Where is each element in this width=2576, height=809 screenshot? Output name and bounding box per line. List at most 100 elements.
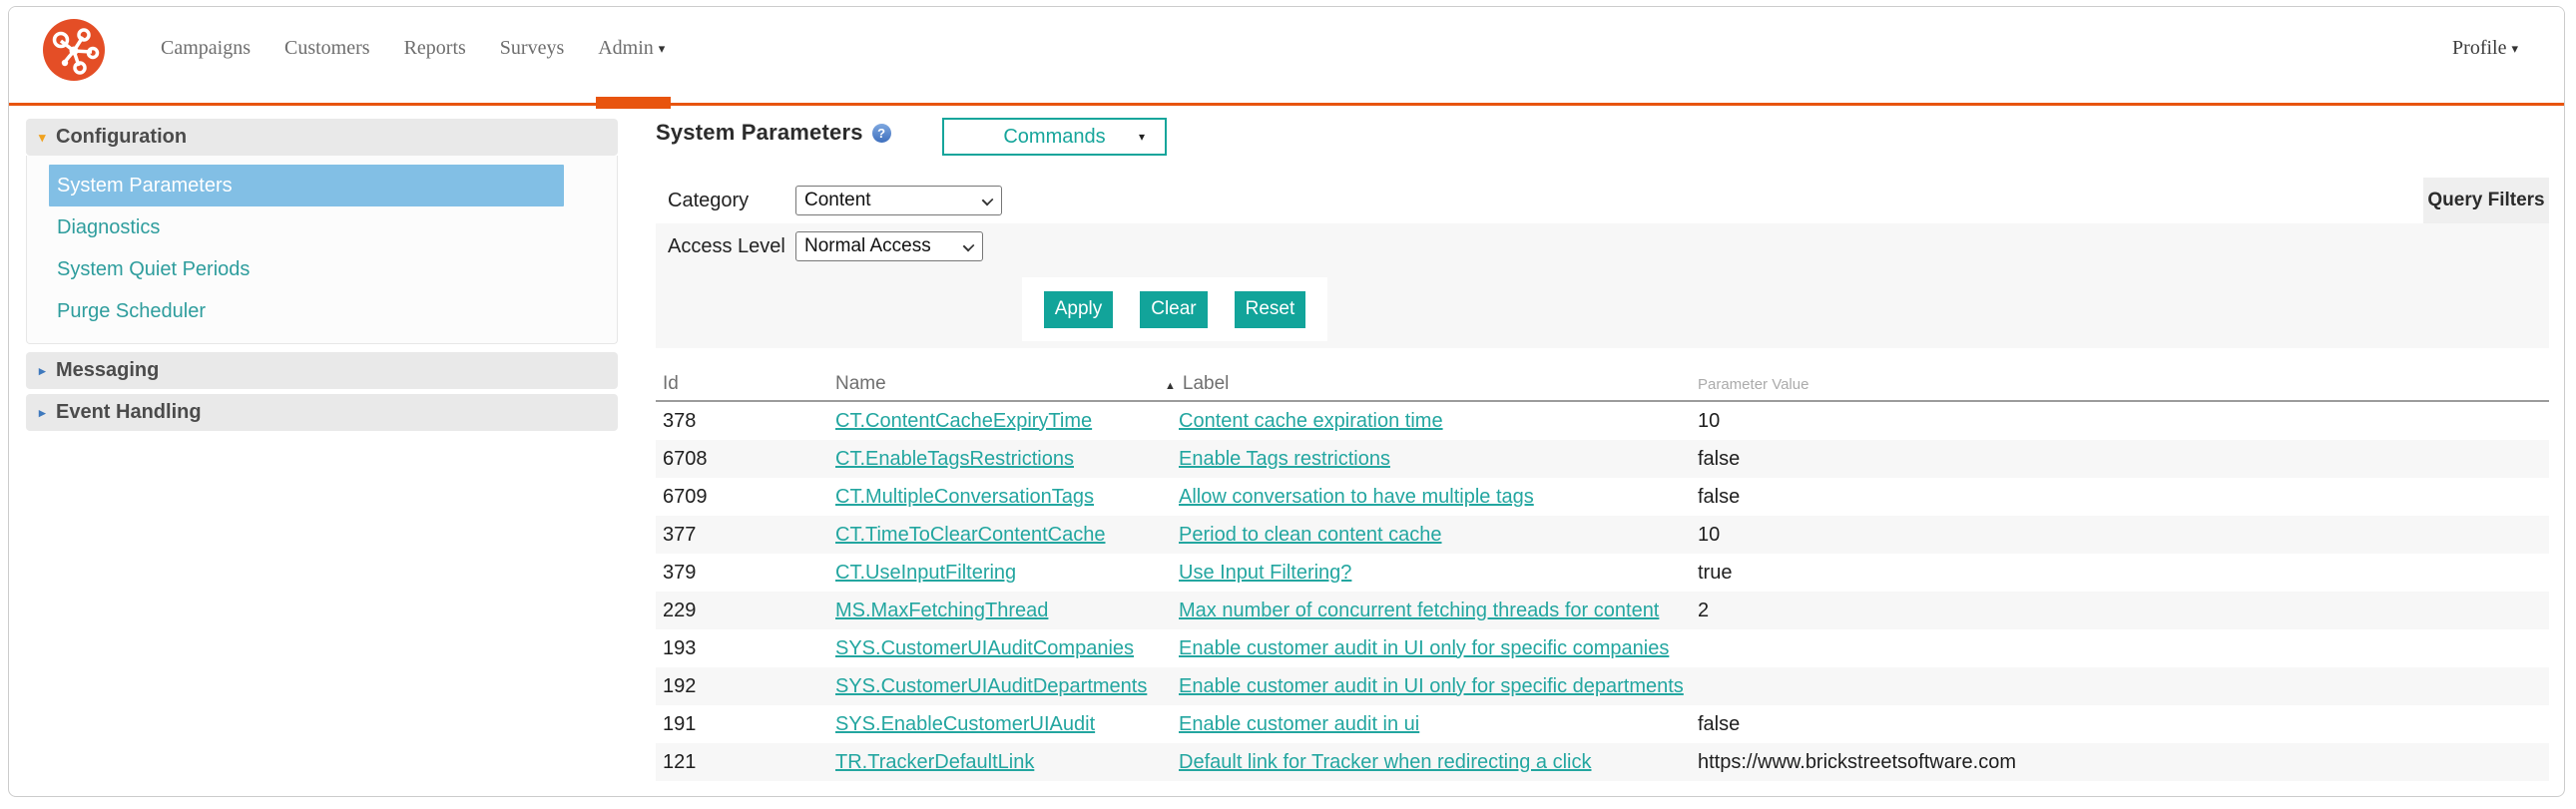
chevron-down-icon: [962, 239, 975, 252]
accordion-messaging[interactable]: ▸ Messaging: [26, 352, 618, 389]
parameter-label-link[interactable]: Default link for Tracker when redirectin…: [1179, 751, 1592, 773]
cell-name: CT.TimeToClearContentCache: [828, 524, 1172, 547]
parameter-name-link[interactable]: CT.EnableTagsRestrictions: [835, 448, 1074, 470]
parameter-label-link[interactable]: Enable customer audit in UI only for spe…: [1179, 675, 1684, 697]
col-header-id[interactable]: Id: [656, 373, 828, 395]
commands-dropdown[interactable]: Commands ▾: [942, 118, 1167, 156]
table-row: 229 MS.MaxFetchingThread Max number of c…: [656, 592, 2549, 629]
parameter-name-link[interactable]: SYS.CustomerUIAuditCompanies: [835, 637, 1134, 659]
access-level-select[interactable]: Normal Access: [795, 231, 983, 261]
parameter-label-link[interactable]: Enable Tags restrictions: [1179, 448, 1390, 470]
table-row: 379 CT.UseInputFiltering Use Input Filte…: [656, 554, 2549, 592]
cell-label: Max number of concurrent fetching thread…: [1172, 600, 1691, 622]
table-header: Id Name ▲ Label Parameter Value: [656, 368, 2549, 402]
parameters-table: Id Name ▲ Label Parameter Value 378 CT.Co…: [656, 368, 2549, 781]
app-window: Campaigns Customers Reports Surveys Admi…: [8, 6, 2565, 797]
parameter-name-link[interactable]: CT.UseInputFiltering: [835, 562, 1016, 584]
table-row: 193 SYS.CustomerUIAuditCompanies Enable …: [656, 629, 2549, 667]
parameter-label-link[interactable]: Enable customer audit in ui: [1179, 713, 1419, 735]
cell-name: CT.EnableTagsRestrictions: [828, 448, 1172, 471]
parameter-label-link[interactable]: Allow conversation to have multiple tags: [1179, 486, 1534, 508]
cell-name: SYS.CustomerUIAuditCompanies: [828, 637, 1172, 660]
parameter-label-link[interactable]: Period to clean content cache: [1179, 524, 1442, 546]
nav-campaigns[interactable]: Campaigns: [161, 37, 251, 60]
parameter-name-link[interactable]: CT.MultipleConversationTags: [835, 486, 1094, 508]
cell-id: 193: [663, 636, 697, 659]
parameter-label-link[interactable]: Max number of concurrent fetching thread…: [1179, 600, 1659, 621]
nav-reports[interactable]: Reports: [404, 37, 466, 60]
accordion-configuration-label: Configuration: [56, 126, 188, 148]
sidebar: ▾ Configuration System Parameters Diagno…: [26, 119, 618, 431]
cell-label: Default link for Tracker when redirectin…: [1172, 751, 1691, 774]
cell-id: 6709: [663, 485, 708, 508]
cell-label: Enable customer audit in UI only for spe…: [1172, 675, 1691, 698]
accordion-event-handling[interactable]: ▸ Event Handling: [26, 394, 618, 431]
brand-logo-icon[interactable]: [43, 19, 105, 81]
parameter-label-link[interactable]: Use Input Filtering?: [1179, 562, 1351, 584]
cell-parameter-value: false: [1698, 447, 1741, 470]
cell-label: Content cache expiration time: [1172, 410, 1691, 433]
category-select-value: Content: [804, 190, 871, 210]
table-row: 192 SYS.CustomerUIAuditDepartments Enabl…: [656, 667, 2549, 705]
sidebar-item-system-quiet-periods[interactable]: System Quiet Periods: [27, 248, 617, 290]
profile-label: Profile: [2452, 37, 2507, 59]
reset-button[interactable]: Reset: [1234, 290, 1306, 328]
parameter-name-link[interactable]: SYS.EnableCustomerUIAudit: [835, 713, 1095, 735]
nav-campaigns-label: Campaigns: [161, 37, 251, 59]
cell-label: Enable customer audit in ui: [1172, 713, 1691, 736]
cell-parameter-value: 10: [1698, 523, 1721, 546]
col-header-label-text: Label: [1182, 373, 1230, 394]
nav-admin[interactable]: Admin ▾: [596, 37, 672, 109]
accordion-event-handling-label: Event Handling: [56, 401, 202, 423]
cell-name: CT.MultipleConversationTags: [828, 486, 1172, 509]
parameter-label-link[interactable]: Content cache expiration time: [1179, 410, 1443, 432]
nav-customers[interactable]: Customers: [284, 37, 370, 60]
apply-button[interactable]: Apply: [1043, 290, 1114, 328]
active-tab-indicator: [596, 97, 672, 109]
nav-surveys-label: Surveys: [499, 37, 565, 59]
help-icon[interactable]: ?: [871, 124, 891, 143]
col-header-name[interactable]: Name: [828, 373, 1172, 395]
caret-right-icon: ▸: [39, 405, 46, 420]
main-nav: Campaigns Customers Reports Surveys Admi…: [161, 37, 699, 109]
cell-name: MS.MaxFetchingThread: [828, 600, 1172, 622]
query-filters-toggle[interactable]: Query Filters: [2423, 178, 2549, 223]
cell-id: 6708: [663, 447, 708, 470]
parameter-name-link[interactable]: CT.ContentCacheExpiryTime: [835, 410, 1092, 432]
cell-parameter-value: 2: [1698, 599, 1710, 621]
sidebar-item-purge-scheduler[interactable]: Purge Scheduler: [27, 290, 617, 332]
configuration-section-body: System Parameters Diagnostics System Qui…: [26, 156, 618, 344]
sidebar-item-system-parameters[interactable]: System Parameters: [49, 165, 564, 206]
category-label: Category: [668, 189, 750, 211]
nav-reports-label: Reports: [403, 37, 466, 59]
col-header-parameter-value[interactable]: Parameter Value: [1691, 376, 2549, 393]
sidebar-item-diagnostics[interactable]: Diagnostics: [27, 206, 617, 248]
cell-id: 229: [663, 599, 697, 621]
parameter-name-link[interactable]: MS.MaxFetchingThread: [835, 600, 1048, 621]
cell-name: TR.TrackerDefaultLink: [828, 751, 1172, 774]
table-row: 191 SYS.EnableCustomerUIAudit Enable cus…: [656, 705, 2549, 743]
accordion-configuration[interactable]: ▾ Configuration: [26, 119, 618, 156]
parameter-label-link[interactable]: Enable customer audit in UI only for spe…: [1179, 637, 1669, 659]
clear-button[interactable]: Clear: [1140, 290, 1208, 328]
title-row: System Parameters? Commands ▾: [656, 118, 2549, 162]
nav-customers-label: Customers: [284, 37, 370, 59]
parameter-name-link[interactable]: SYS.CustomerUIAuditDepartments: [835, 675, 1147, 697]
table-row: 378 CT.ContentCacheExpiryTime Content ca…: [656, 402, 2549, 440]
table-row: 6709 CT.MultipleConversationTags Allow c…: [656, 478, 2549, 516]
parameter-name-link[interactable]: CT.TimeToClearContentCache: [835, 524, 1105, 546]
category-select[interactable]: Content: [795, 186, 1002, 215]
filter-panel: Category Content Query Filters Access Le…: [656, 178, 2549, 348]
cell-parameter-value: 10: [1698, 409, 1721, 432]
cell-id: 191: [663, 712, 697, 735]
access-level-select-value: Normal Access: [804, 235, 931, 256]
parameter-name-link[interactable]: TR.TrackerDefaultLink: [835, 751, 1034, 773]
accordion-messaging-label: Messaging: [56, 359, 160, 381]
cell-id: 379: [663, 561, 697, 584]
profile-menu[interactable]: Profile ▾: [2452, 37, 2518, 60]
nav-surveys[interactable]: Surveys: [500, 37, 564, 60]
col-header-label[interactable]: ▲ Label: [1165, 373, 1691, 395]
cell-id: 378: [663, 409, 697, 432]
cell-id: 192: [663, 674, 697, 697]
access-level-label: Access Level: [668, 234, 785, 257]
